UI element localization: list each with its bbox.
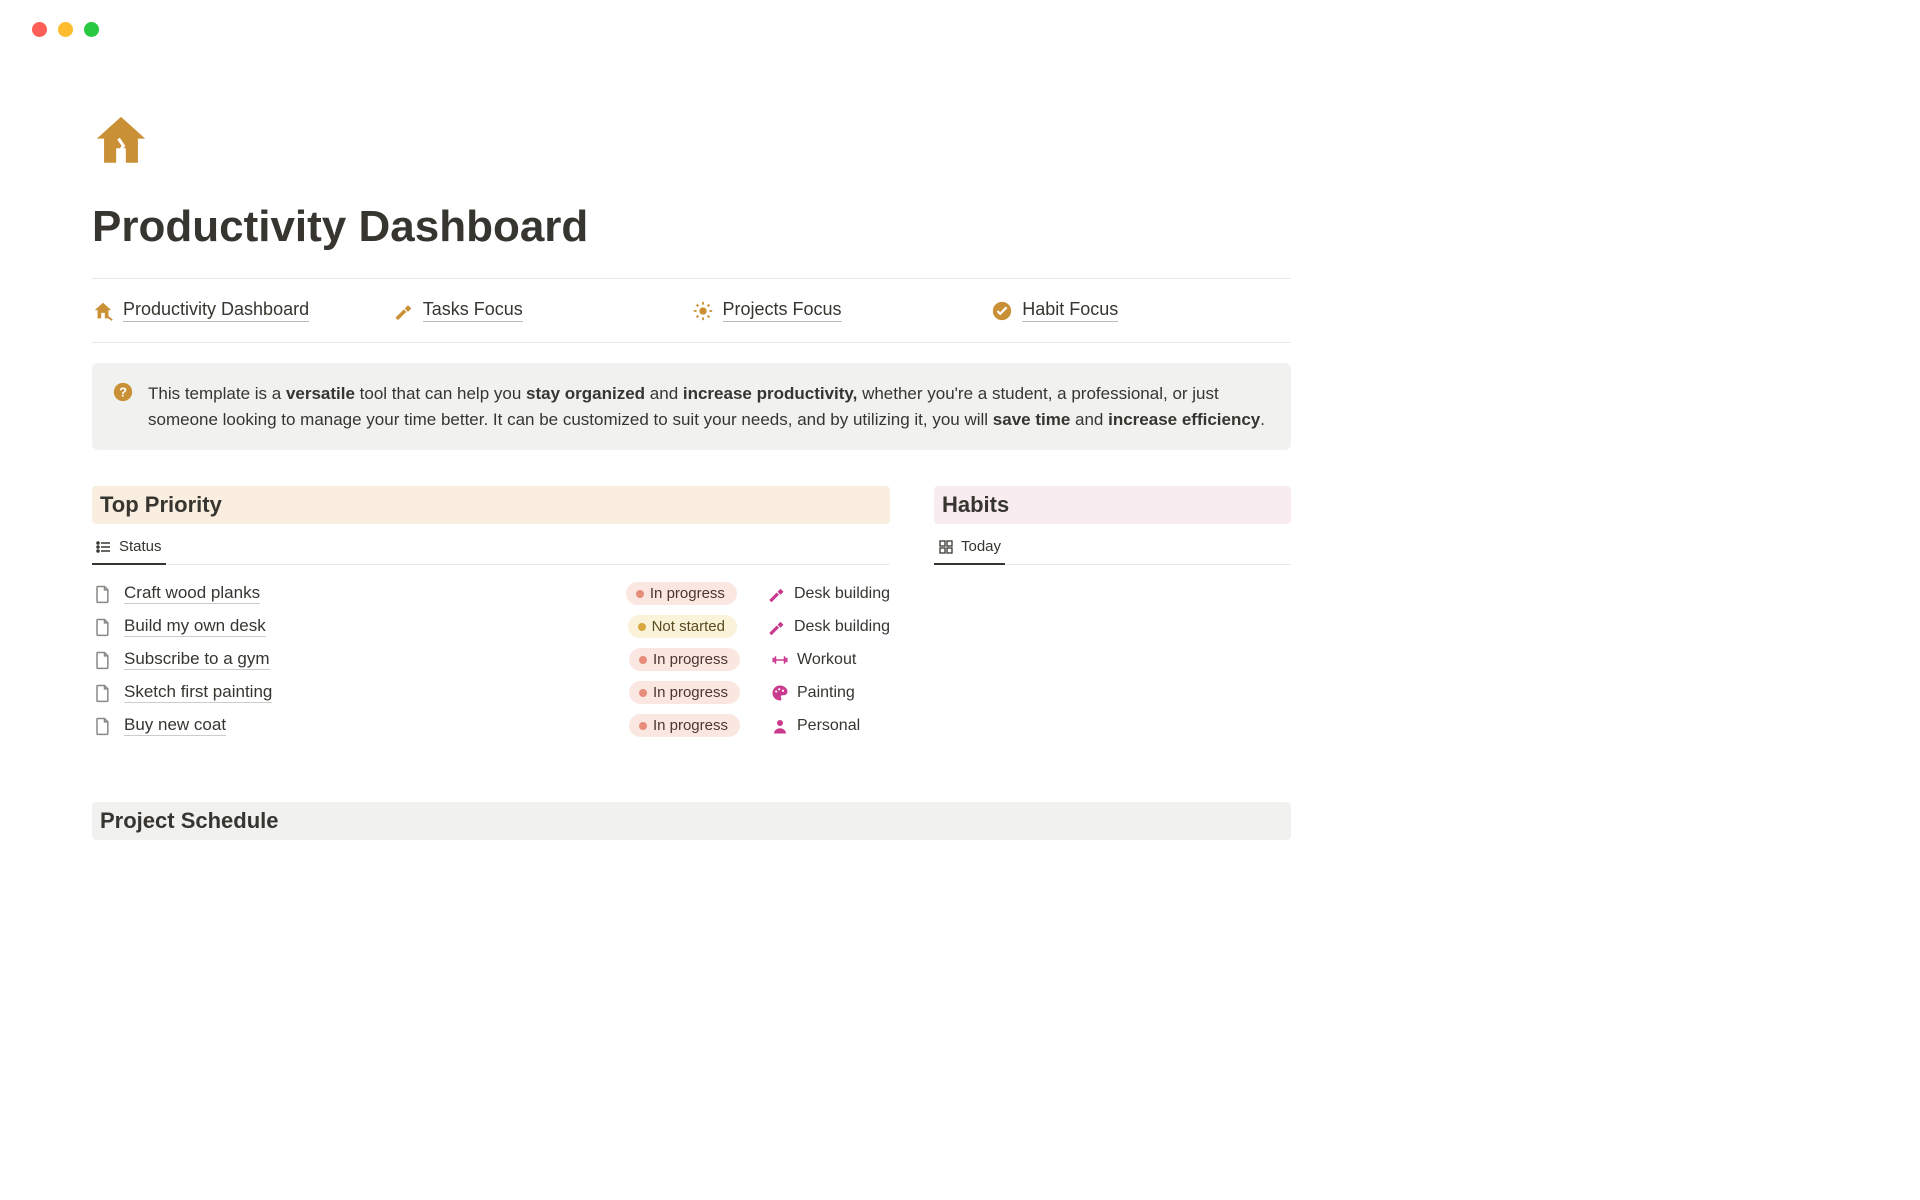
task-row[interactable]: Subscribe to a gym In progress Workout (92, 643, 890, 676)
status-pill[interactable]: In progress (626, 582, 737, 605)
project-label: Desk building (794, 585, 890, 603)
nav-links-row: Productivity Dashboard Tasks Focus Proje… (92, 299, 1291, 322)
house-icon (92, 300, 114, 322)
dumbbell-icon (770, 650, 789, 669)
nav-tasks-focus[interactable]: Tasks Focus (392, 299, 692, 322)
nav-label: Habit Focus (1022, 299, 1118, 322)
habits-tabs: Today (934, 530, 1291, 565)
task-row[interactable]: Buy new coat In progress Personal (92, 709, 890, 742)
divider (92, 342, 1291, 343)
status-pill[interactable]: In progress (629, 681, 740, 704)
top-priority-header: Top Priority (92, 486, 890, 524)
document-icon (92, 716, 112, 736)
nav-habit-focus[interactable]: Habit Focus (991, 299, 1291, 322)
gear-icon (692, 300, 714, 322)
question-circle-icon: ? (112, 381, 134, 403)
nav-label: Tasks Focus (423, 299, 523, 322)
task-title[interactable]: Craft wood planks (124, 583, 260, 604)
nav-projects-focus[interactable]: Projects Focus (692, 299, 992, 322)
project-tag[interactable]: Desk building (767, 617, 890, 636)
maximize-window-button[interactable] (84, 22, 99, 37)
project-tag[interactable]: Personal (770, 716, 890, 735)
task-title[interactable]: Sketch first painting (124, 682, 272, 703)
check-circle-icon (991, 300, 1013, 322)
hammer-icon (767, 617, 786, 636)
task-title[interactable]: Buy new coat (124, 715, 226, 736)
document-icon (92, 584, 112, 604)
project-label: Workout (797, 651, 856, 669)
page-icon-house[interactable] (92, 112, 150, 170)
page-content: Productivity Dashboard Productivity Dash… (0, 37, 1383, 840)
project-tag[interactable]: Workout (770, 650, 890, 669)
callout-text: This template is a versatile tool that c… (148, 381, 1271, 432)
project-label: Painting (797, 684, 855, 702)
grid-icon (938, 539, 954, 555)
hammer-icon (392, 300, 414, 322)
project-label: Desk building (794, 618, 890, 636)
palette-icon (770, 683, 789, 702)
nav-label: Productivity Dashboard (123, 299, 309, 322)
tab-label: Today (961, 538, 1001, 555)
project-tag[interactable]: Desk building (767, 584, 890, 603)
info-callout: ? This template is a versatile tool that… (92, 363, 1291, 450)
nav-label: Projects Focus (723, 299, 842, 322)
minimize-window-button[interactable] (58, 22, 73, 37)
divider (92, 278, 1291, 279)
hammer-icon (767, 584, 786, 603)
habits-header: Habits (934, 486, 1291, 524)
task-row[interactable]: Craft wood planks In progress Desk buildin… (92, 577, 890, 610)
task-title[interactable]: Subscribe to a gym (124, 649, 270, 670)
left-column: Top Priority Status Craft wood planks In … (92, 486, 890, 742)
tab-status[interactable]: Status (92, 530, 166, 565)
task-row[interactable]: Sketch first painting In progress Painting (92, 676, 890, 709)
tab-label: Status (119, 538, 162, 555)
task-title[interactable]: Build my own desk (124, 616, 266, 637)
project-schedule-header: Project Schedule (92, 802, 1291, 840)
nav-productivity-dashboard[interactable]: Productivity Dashboard (92, 299, 392, 322)
list-icon (96, 539, 112, 555)
close-window-button[interactable] (32, 22, 47, 37)
window-controls (0, 0, 1383, 37)
document-icon (92, 683, 112, 703)
task-list: Craft wood planks In progress Desk buildin… (92, 577, 890, 742)
status-pill[interactable]: In progress (629, 714, 740, 737)
top-priority-tabs: Status (92, 530, 890, 565)
status-pill[interactable]: In progress (629, 648, 740, 671)
status-pill[interactable]: Not started (628, 615, 737, 638)
right-column: Habits Today (934, 486, 1291, 742)
app-window: Productivity Dashboard Productivity Dash… (0, 0, 1383, 840)
person-icon (770, 716, 789, 735)
two-column-layout: Top Priority Status Craft wood planks In … (92, 486, 1291, 742)
project-tag[interactable]: Painting (770, 683, 890, 702)
document-icon (92, 617, 112, 637)
document-icon (92, 650, 112, 670)
tab-today[interactable]: Today (934, 530, 1005, 565)
page-title[interactable]: Productivity Dashboard (92, 202, 1291, 252)
task-row[interactable]: Build my own desk Not started Desk buildin… (92, 610, 890, 643)
svg-text:?: ? (119, 385, 127, 400)
project-label: Personal (797, 717, 860, 735)
